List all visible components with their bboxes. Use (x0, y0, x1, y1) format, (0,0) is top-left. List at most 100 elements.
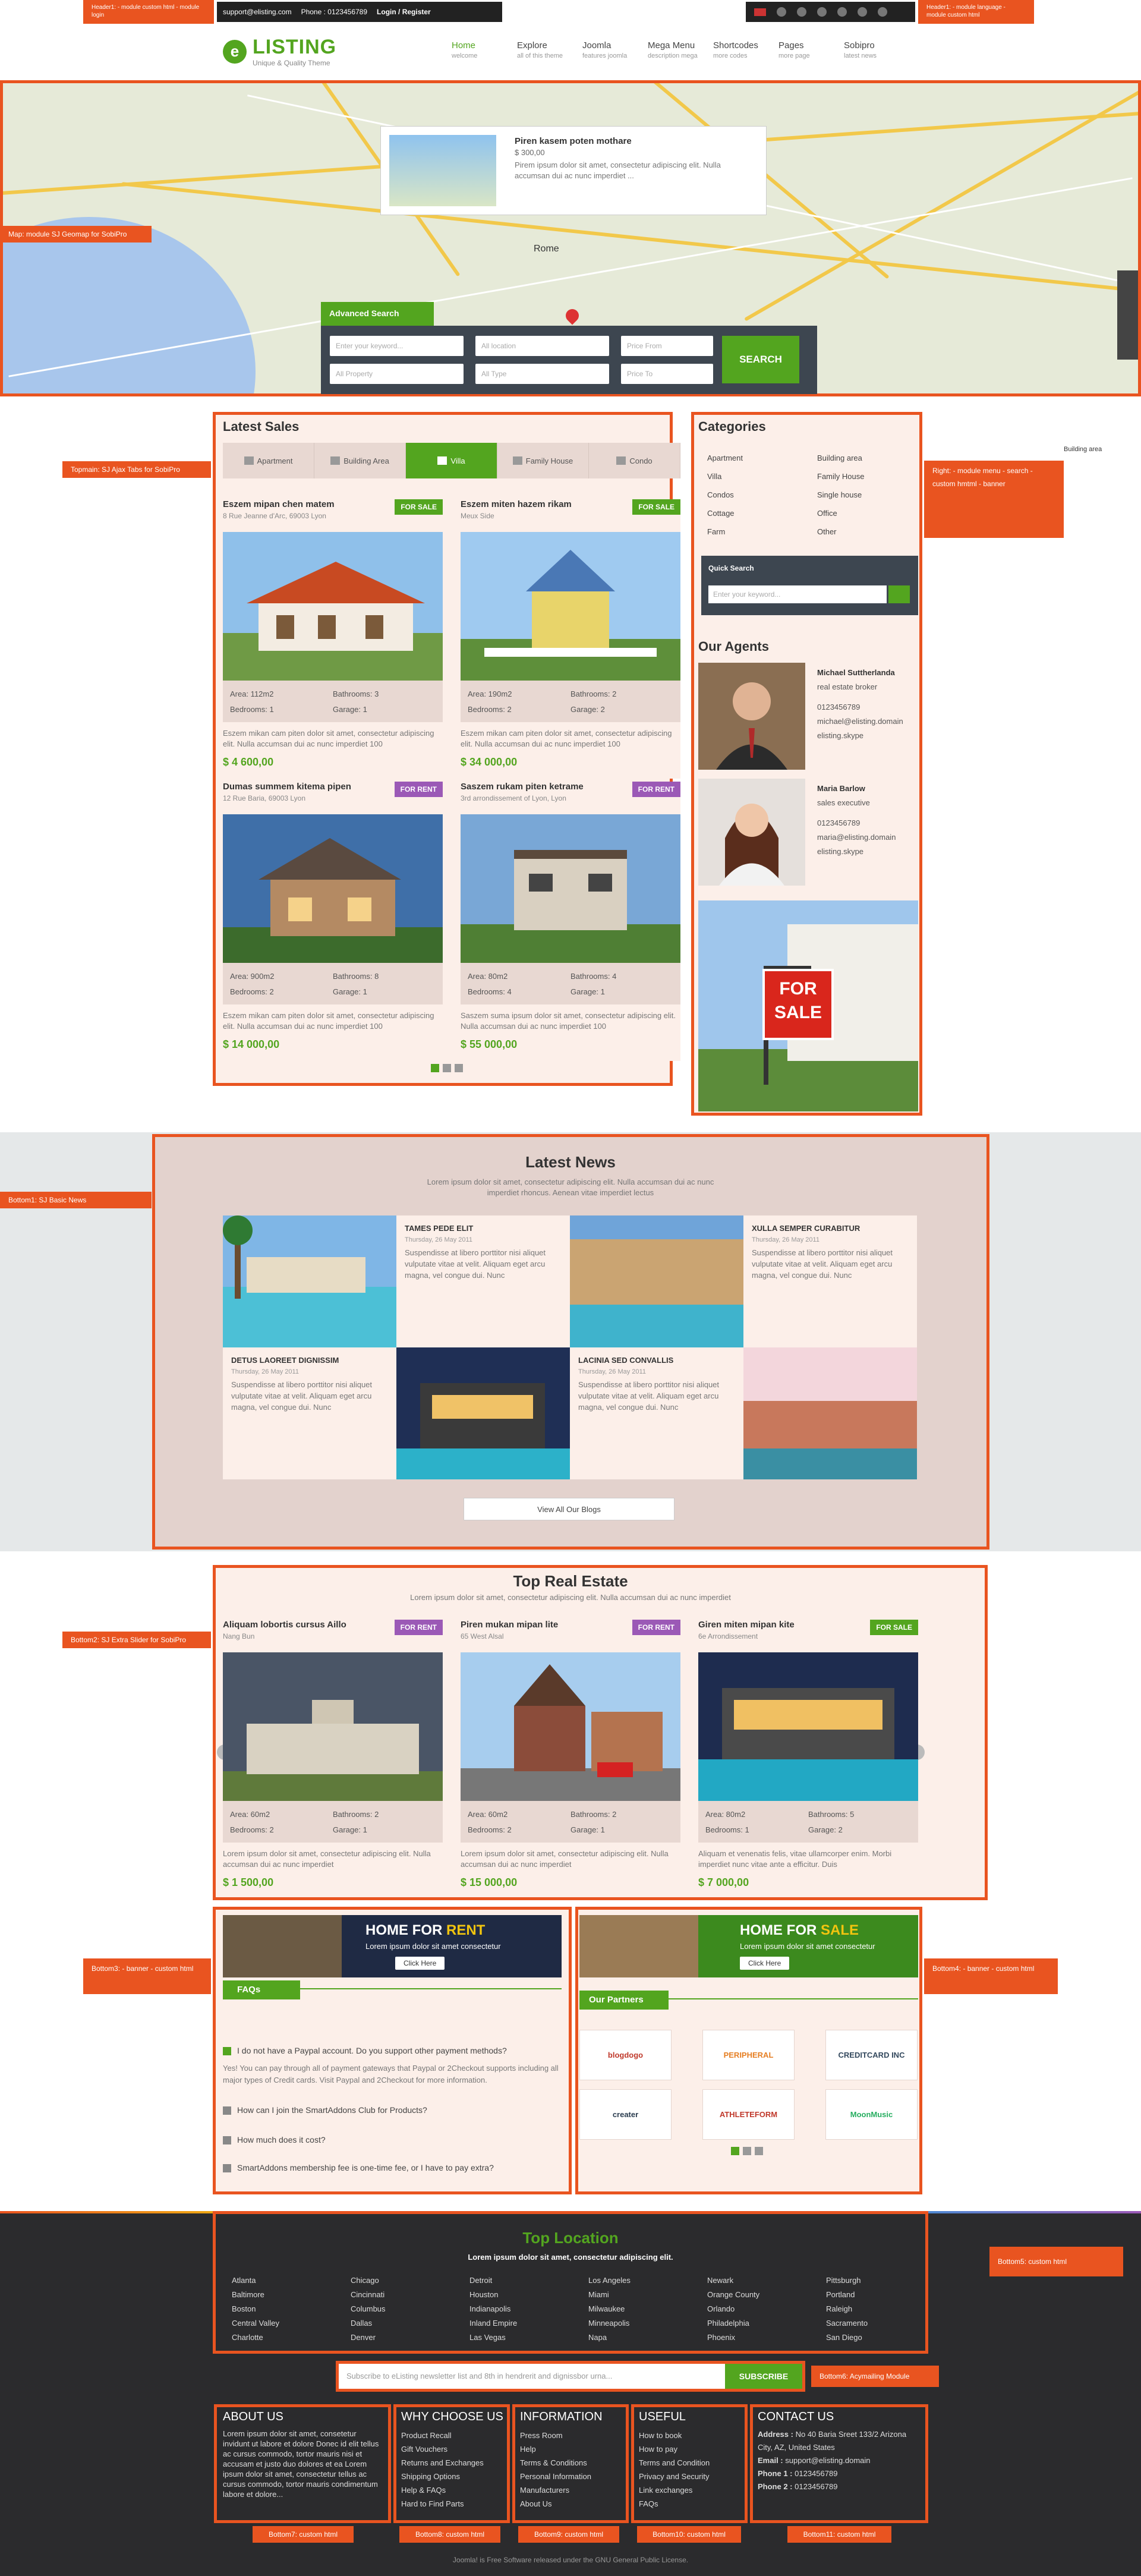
agent-photo[interactable] (698, 779, 805, 886)
nav-joomla[interactable]: Joomla features joomla (582, 40, 648, 59)
rss-icon[interactable] (878, 7, 887, 17)
location-link[interactable]: Detroit (469, 2273, 517, 2288)
footer-link[interactable]: Privacy and Security (639, 2470, 743, 2483)
footer-link[interactable]: Hard to Find Parts (401, 2497, 505, 2511)
property-image[interactable] (698, 1652, 918, 1801)
newsletter-input[interactable]: Subscribe to eListing newsletter list an… (339, 2364, 725, 2389)
home-for-sale-banner[interactable]: HOME FOR SALE Lorem ipsum dolor sit amet… (579, 1915, 918, 1977)
location-link[interactable]: Newark (707, 2273, 759, 2288)
property-card[interactable]: Piren mukan mipan lite 65 West Alsal FOR… (461, 1620, 680, 1896)
location-link[interactable]: Pittsburgh (826, 2273, 868, 2288)
news-item[interactable]: DETUS LAOREET DIGNISSIM Thursday, 26 May … (223, 1347, 396, 1479)
property-image[interactable] (461, 532, 680, 681)
footer-link[interactable]: FAQs (639, 2497, 743, 2511)
news-title[interactable]: LACINIA SED CONVALLIS (578, 1356, 735, 1365)
agent-skype[interactable]: elisting.skype (817, 729, 903, 743)
news-title[interactable]: DETUS LAOREET DIGNISSIM (231, 1356, 388, 1365)
location-link[interactable]: Cincinnati (351, 2288, 386, 2302)
faq-question[interactable]: How much does it cost? (223, 2134, 562, 2146)
home-for-rent-banner[interactable]: HOME FOR RENT Lorem ipsum dolor sit amet… (223, 1915, 562, 1977)
agent-email[interactable]: maria@elisting.domain (817, 830, 896, 845)
type-select[interactable]: All Type (475, 364, 609, 384)
faq-question[interactable]: How can I join the SmartAddons Club for … (223, 2104, 562, 2116)
twitter-icon[interactable] (797, 7, 806, 17)
property-card[interactable]: Giren miten mipan kite 6e Arrondissement… (698, 1620, 918, 1896)
nav-home[interactable]: Home welcome (452, 40, 517, 59)
price-from-select[interactable]: Price From (621, 336, 713, 356)
property-card[interactable]: Eszem mipan chen matem 8 Rue Jeanne d'Ar… (223, 499, 443, 779)
pager-dot-active[interactable] (731, 2147, 739, 2155)
category-item[interactable]: Other (817, 522, 915, 541)
tab-villa[interactable]: Villa (406, 443, 497, 478)
pager-dot[interactable] (755, 2147, 763, 2155)
property-image[interactable] (223, 1652, 443, 1801)
login-link[interactable]: Login / Register (377, 8, 431, 16)
location-link[interactable]: Orange County (707, 2288, 759, 2302)
news-item[interactable]: XULLA SEMPER CURABITUR Thursday, 26 May 2… (743, 1215, 917, 1347)
footer-link[interactable]: Help (520, 2442, 624, 2456)
location-link[interactable]: Orlando (707, 2302, 759, 2316)
category-item[interactable]: Office (817, 504, 915, 522)
popup-title[interactable]: Piren kasem poten mothare (515, 136, 632, 146)
location-link[interactable]: Los Angeles (588, 2273, 631, 2288)
pinterest-icon[interactable] (837, 7, 847, 17)
news-image[interactable] (223, 1215, 396, 1347)
site-logo[interactable]: e LISTING Unique & Quality Theme (223, 36, 336, 67)
rent-banner-button[interactable]: Click Here (395, 1957, 445, 1970)
for-sale-banner[interactable]: FOR SALE (698, 900, 918, 1111)
view-all-blogs-button[interactable]: View All Our Blogs (464, 1498, 674, 1520)
footer-link[interactable]: Terms & Conditions (520, 2456, 624, 2470)
agent-name[interactable]: Michael Suttherlanda (817, 666, 903, 680)
property-image[interactable] (223, 814, 443, 963)
location-link[interactable]: Atlanta (232, 2273, 279, 2288)
property-card[interactable]: Aliquam lobortis cursus Aillo Nang Bun F… (223, 1620, 443, 1896)
location-link[interactable]: Indianapolis (469, 2302, 517, 2316)
location-link[interactable]: Chicago (351, 2273, 386, 2288)
news-title[interactable]: TAMES PEDE ELIT (405, 1224, 562, 1233)
property-card[interactable]: Eszem miten hazem rikam Meux Side FOR SA… (461, 499, 680, 779)
faq-question[interactable]: I do not have a Paypal account. Do you s… (223, 2045, 562, 2057)
pager-dot[interactable] (455, 1064, 463, 1072)
location-select[interactable]: All location (475, 336, 609, 356)
quick-search-input[interactable]: Enter your keyword... (708, 585, 887, 603)
agent-email[interactable]: michael@elisting.domain (817, 714, 903, 729)
agent-card[interactable]: Maria Barlow sales executive 0123456789 … (698, 779, 918, 886)
nav-shortcodes[interactable]: Shortcodes more codes (713, 40, 778, 59)
location-link[interactable]: Boston (232, 2302, 279, 2316)
location-link[interactable]: Charlotte (232, 2331, 279, 2345)
news-image[interactable] (396, 1347, 570, 1479)
advanced-search-tab[interactable]: Advanced Search (321, 302, 434, 326)
price-to-select[interactable]: Price To (621, 364, 713, 384)
location-link[interactable]: Central Valley (232, 2316, 279, 2331)
nav-pages[interactable]: Pages more page (778, 40, 844, 59)
property-card[interactable]: Dumas summem kitema pipen 12 Rue Baria, … (223, 782, 443, 1061)
pager-dot-active[interactable] (431, 1064, 439, 1072)
search-icon[interactable] (888, 585, 910, 603)
search-button[interactable]: SEARCH (722, 336, 799, 383)
news-image[interactable] (743, 1347, 917, 1479)
agent-skype[interactable]: elisting.skype (817, 845, 896, 859)
location-link[interactable]: Minneapolis (588, 2316, 631, 2331)
property-image[interactable] (461, 1652, 680, 1801)
location-link[interactable]: Denver (351, 2331, 386, 2345)
nav-explore[interactable]: Explore all of this theme (517, 40, 582, 59)
category-item[interactable]: Building area (817, 449, 915, 467)
footer-link[interactable]: How to pay (639, 2442, 743, 2456)
partner-logo[interactable]: creater (579, 2089, 672, 2140)
property-image[interactable] (461, 814, 680, 963)
category-item[interactable]: Single house (817, 486, 915, 504)
partner-logo[interactable]: ATHLETEFORM (702, 2089, 795, 2140)
facebook-icon[interactable] (777, 7, 786, 17)
footer-link[interactable]: How to book (639, 2429, 743, 2442)
footer-link[interactable]: Press Room (520, 2429, 624, 2442)
tab-building-area[interactable]: Building Area (314, 443, 406, 478)
category-item[interactable]: Apartment (707, 449, 805, 467)
location-link[interactable]: Portland (826, 2288, 868, 2302)
category-item[interactable]: Villa (707, 467, 805, 486)
location-link[interactable]: San Diego (826, 2331, 868, 2345)
category-item[interactable]: Cottage (707, 504, 805, 522)
partner-logo[interactable]: blogdogo (579, 2030, 672, 2080)
category-item[interactable]: Condos (707, 486, 805, 504)
partner-logo[interactable]: CREDITCARD INC (825, 2030, 918, 2080)
dribbble-icon[interactable] (858, 7, 867, 17)
